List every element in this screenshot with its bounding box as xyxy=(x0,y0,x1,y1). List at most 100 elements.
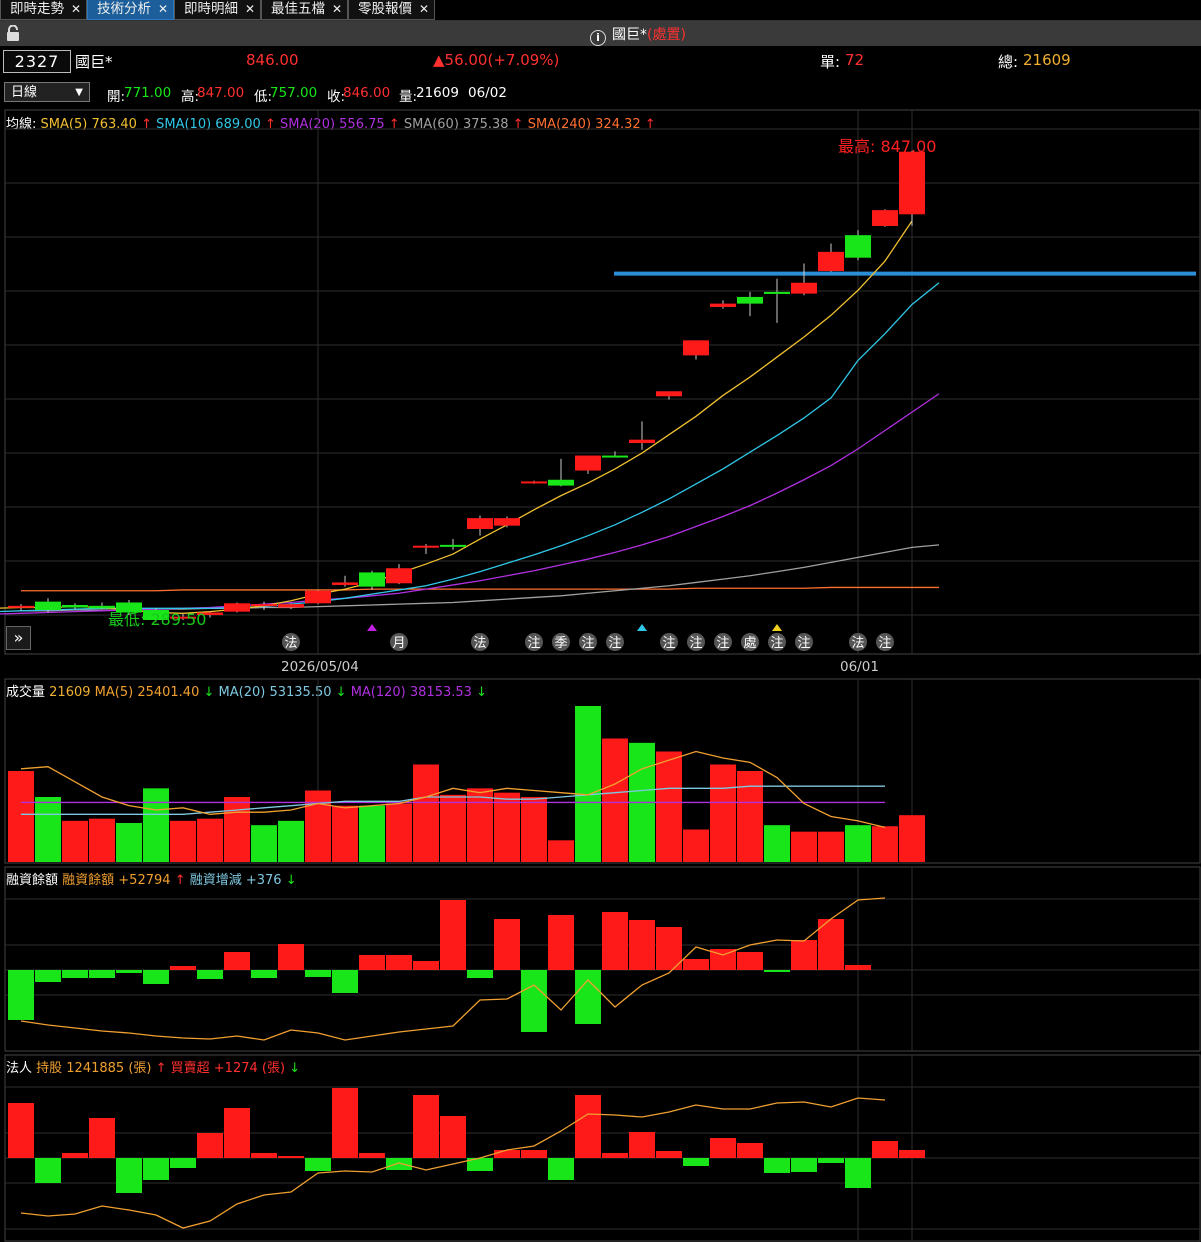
volume-bar xyxy=(251,825,277,862)
margin-bar xyxy=(305,970,331,977)
margin-bar xyxy=(494,919,520,970)
tab-label: 最佳五檔 xyxy=(271,1,325,17)
volume-bar xyxy=(710,764,736,862)
lock-icon[interactable] xyxy=(6,25,20,41)
date-value: 06/02 xyxy=(468,85,507,101)
institutional-bar xyxy=(791,1158,817,1172)
tab-label: 技術分析 xyxy=(97,1,151,17)
institutional-bar xyxy=(845,1158,871,1188)
close-value: 846.00 xyxy=(343,85,391,101)
candlestick xyxy=(602,455,628,458)
period-select[interactable]: 日線 ▼ xyxy=(4,82,90,102)
tab-technical-analysis[interactable]: 技術分析 ✕ xyxy=(87,0,174,20)
institutional-bar xyxy=(899,1150,925,1158)
institutional-bar xyxy=(575,1095,601,1158)
margin-bar xyxy=(8,970,34,1020)
candlestick xyxy=(872,210,898,226)
sma5-label: SMA(5) 763.40 xyxy=(40,117,137,132)
volume-bar xyxy=(116,823,142,862)
tab-realtime-trend[interactable]: 即時走勢 ✕ xyxy=(0,0,87,20)
close-icon[interactable]: ✕ xyxy=(419,0,429,19)
margin-bar xyxy=(197,970,223,979)
close-icon[interactable]: ✕ xyxy=(158,0,168,19)
event-marker xyxy=(660,633,678,651)
volume-bar xyxy=(8,771,34,862)
institutional-bar xyxy=(872,1141,898,1158)
quote-row: 2327 國巨* 846.00 ▲56.00(+7.09%) 單: 72 總: … xyxy=(0,47,1201,75)
up-arrow-icon: ↑ xyxy=(141,117,152,132)
event-marker-label: 法 xyxy=(473,636,486,651)
candlestick xyxy=(494,518,520,526)
event-marker xyxy=(687,633,705,651)
stock-code-input[interactable]: 2327 xyxy=(3,50,71,73)
low-value: 757.00 xyxy=(270,85,318,101)
margin-bar xyxy=(521,970,547,1032)
close-icon[interactable]: ✕ xyxy=(245,0,255,19)
event-marker-label: 法 xyxy=(284,636,297,651)
margin-bar xyxy=(710,949,736,970)
institutional-bar xyxy=(170,1158,196,1168)
quote-name: 國巨* xyxy=(75,53,113,71)
period-value: 日線 xyxy=(11,85,38,100)
institutional-bar xyxy=(305,1158,331,1171)
volume-bar xyxy=(683,829,709,862)
down-arrow-icon: ↓ xyxy=(285,873,297,888)
volume-value: 21609 xyxy=(416,85,459,101)
tab-label: 即時走勢 xyxy=(10,1,64,17)
down-arrow-icon: ↓ xyxy=(203,685,215,700)
volume-bar xyxy=(413,764,439,862)
volume-bar xyxy=(440,794,466,862)
close-icon[interactable]: ✕ xyxy=(71,0,81,19)
close-icon[interactable]: ✕ xyxy=(332,0,342,19)
tab-label: 零股報價 xyxy=(358,1,412,17)
triangle-marker-icon xyxy=(637,624,647,631)
volume-bar xyxy=(278,820,304,862)
candlestick xyxy=(467,518,493,530)
institutional-bar xyxy=(332,1088,358,1158)
vol-ma5-line xyxy=(20,750,886,828)
chart-canvas: 法月法注季注注注注注處注注法注 最高: 847.00 最低: 289.50 20… xyxy=(0,109,1201,1242)
institutional-bar xyxy=(521,1150,547,1158)
candlestick xyxy=(683,340,709,356)
institutional-bar xyxy=(764,1158,790,1173)
tab-realtime-detail[interactable]: 即時明細 ✕ xyxy=(174,0,261,20)
event-marker xyxy=(390,633,408,651)
margin-bar xyxy=(170,966,196,970)
up-arrow-icon: ↑ xyxy=(388,117,400,132)
ohlc-bar: 日線 ▼ 開: 771.00 高: 847.00 低: 757.00 收: 84… xyxy=(0,80,1201,106)
quote-price: 846.00 xyxy=(246,51,299,69)
margin-bar xyxy=(251,970,277,978)
volume-bar xyxy=(629,742,655,862)
event-marker-label: 注 xyxy=(608,636,621,651)
up-arrow-icon: ↑ xyxy=(174,873,186,888)
expand-panel-button[interactable]: » xyxy=(6,626,31,650)
institutional-title: 法人 xyxy=(6,1061,33,1076)
up-arrow-icon: ↑ xyxy=(512,117,524,132)
volume-legend: 成交量 21609 MA(5) 25401.40 ↓ MA(20) 53135.… xyxy=(6,681,487,700)
margin-bar xyxy=(683,959,709,970)
price-panel: 法月法注季注注注注注處注注法注 xyxy=(0,150,1196,651)
vol-ma20-line xyxy=(21,785,885,815)
volume-bar xyxy=(548,840,574,862)
institutional-bar xyxy=(224,1108,250,1158)
institutional-bar xyxy=(143,1158,169,1180)
volume-bar xyxy=(575,706,601,862)
info-icon[interactable]: i xyxy=(590,30,606,46)
volume-bar xyxy=(467,788,493,862)
tab-best-five[interactable]: 最佳五檔 ✕ xyxy=(261,0,348,20)
volume-bar xyxy=(818,831,844,862)
volume-bar xyxy=(332,805,358,862)
margin-balance-label: 融資餘額 +52794 xyxy=(62,873,171,888)
margin-bar xyxy=(791,940,817,970)
candlestick xyxy=(710,303,736,307)
margin-bar xyxy=(413,961,439,970)
event-marker xyxy=(525,633,543,651)
volume-bar xyxy=(764,825,790,862)
holdings-line xyxy=(20,1097,886,1229)
institutional-bar xyxy=(467,1158,493,1171)
triangle-marker-icon xyxy=(367,624,377,631)
tab-odd-lot-quote[interactable]: 零股報價 ✕ xyxy=(348,0,435,20)
institutional-bar xyxy=(494,1150,520,1158)
margin-bar xyxy=(629,920,655,970)
down-arrow-icon: ↓ xyxy=(476,685,487,700)
